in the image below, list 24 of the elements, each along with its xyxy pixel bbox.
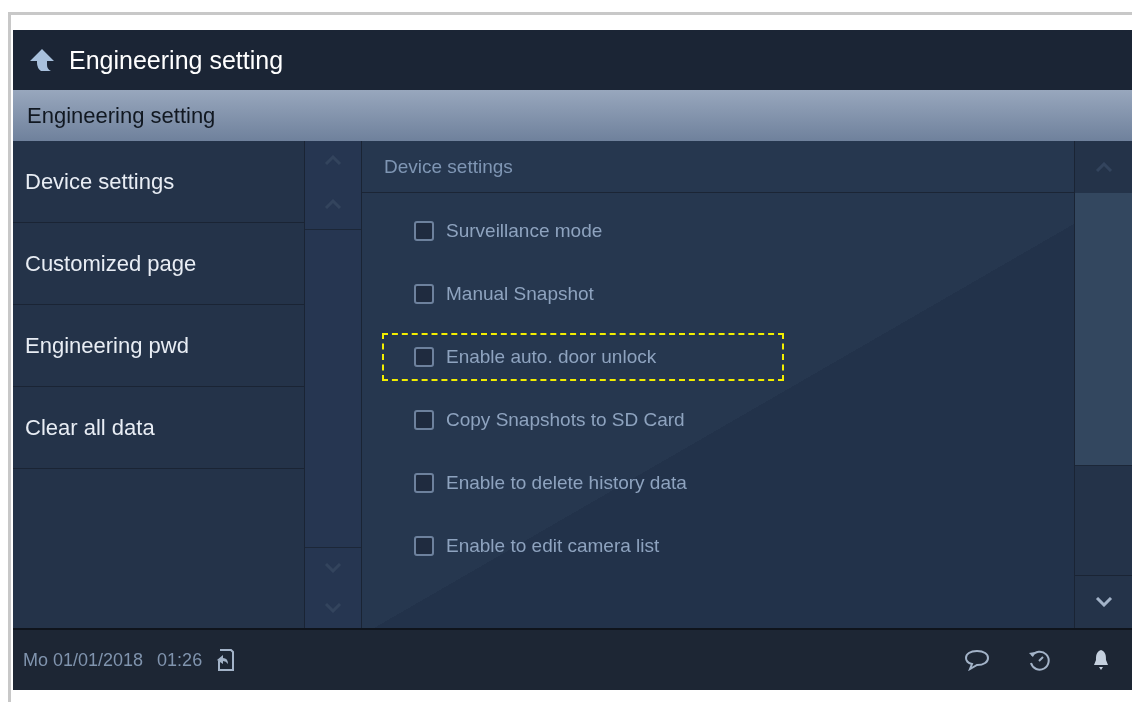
scrollbar-thumb[interactable]	[1075, 193, 1132, 465]
option-label: Manual Snapshot	[446, 283, 594, 305]
checkbox[interactable]	[414, 347, 434, 367]
sd-card-icon[interactable]	[216, 649, 235, 671]
option-label: Enable to edit camera list	[446, 535, 660, 557]
option-label: Copy Snapshots to SD Card	[446, 409, 685, 431]
option-label: Enable auto. door unlock	[446, 346, 657, 368]
chat-bubble-icon[interactable]	[964, 649, 990, 671]
time-text: 01:26	[157, 649, 203, 671]
checkbox[interactable]	[414, 536, 434, 556]
history-icon[interactable]	[1027, 648, 1051, 672]
date-text: Mo 01/01/2018	[23, 649, 144, 671]
back-arrow-icon[interactable]	[29, 48, 55, 72]
panel-title: Device settings	[384, 155, 513, 178]
header-title: Engineering setting	[69, 45, 284, 75]
section-title: Engineering setting	[27, 102, 216, 129]
option-label: Surveillance mode	[446, 220, 603, 242]
option-label: Enable to delete history data	[446, 472, 687, 494]
bell-icon[interactable]	[1092, 649, 1110, 671]
checkbox[interactable]	[414, 473, 434, 493]
checkbox[interactable]	[414, 410, 434, 430]
checkbox[interactable]	[414, 221, 434, 241]
checkbox[interactable]	[414, 284, 434, 304]
chevron-down-icon[interactable]	[1094, 597, 1113, 607]
